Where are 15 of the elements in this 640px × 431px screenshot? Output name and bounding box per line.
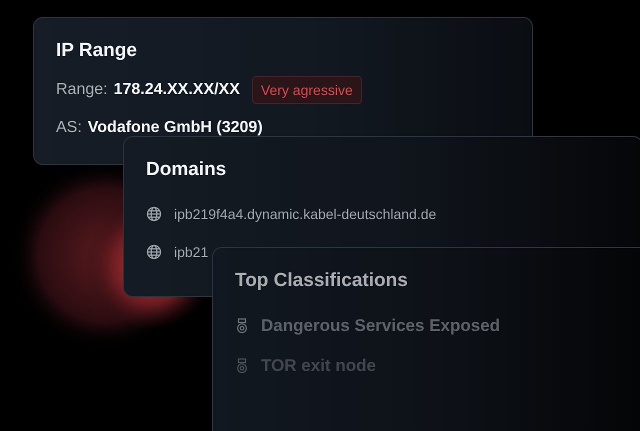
classification-text: Dangerous Services Exposed [261,316,500,336]
card-title: Top Classifications [235,270,409,292]
as-label: AS: [56,119,82,137]
risk-badge: Very agressive [252,76,362,104]
card-title: IP Range [56,40,138,62]
medal-icon [235,318,249,334]
as-value: Vodafone GmbH (3209) [88,119,263,137]
domain-text: ipb219f4a4.dynamic.kabel-deutschland.de [174,206,436,222]
domain-text: ipb21 [174,244,208,260]
medal-icon [235,358,249,374]
globe-icon [146,206,162,222]
range-label: Range: [56,81,108,99]
globe-icon [146,244,162,260]
card-title: Domains [146,159,228,181]
range-value: 178.24.XX.XX/XX [114,81,240,99]
